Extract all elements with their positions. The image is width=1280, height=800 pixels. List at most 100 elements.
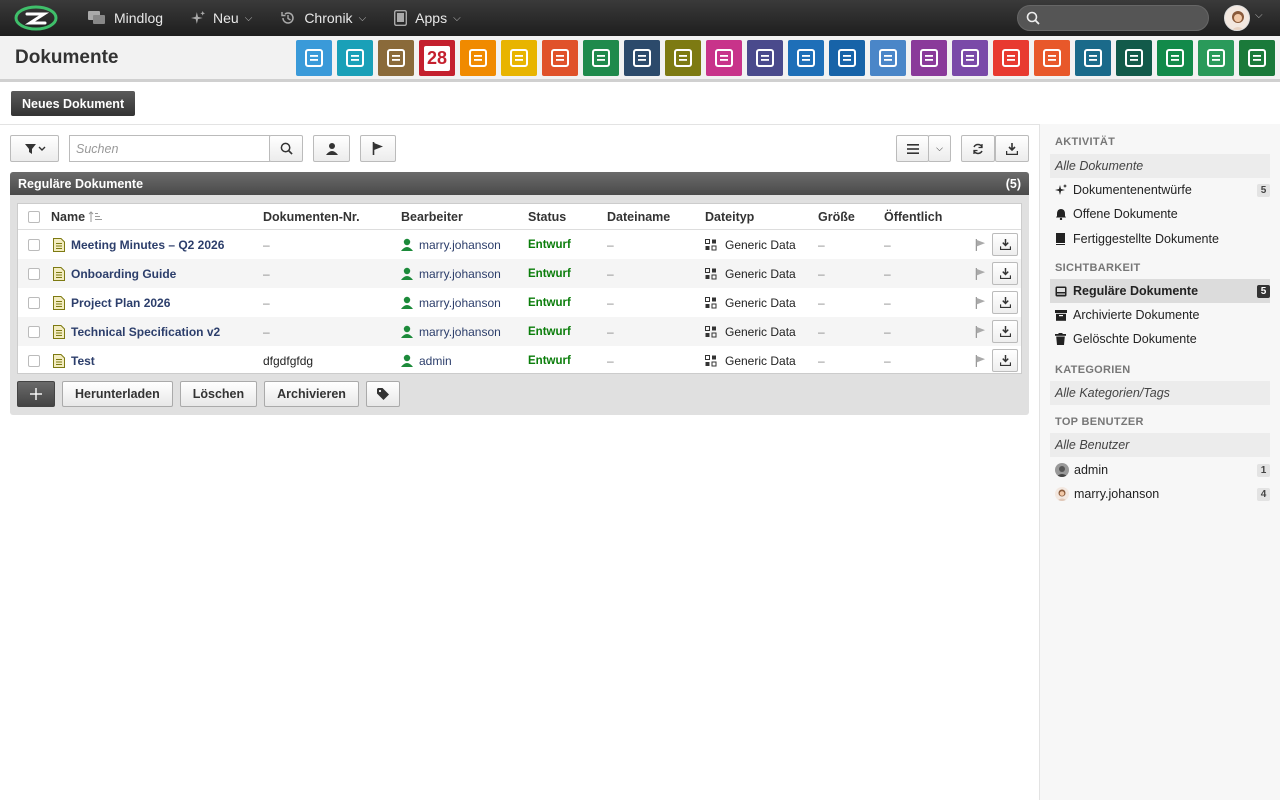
- search-button[interactable]: [269, 135, 303, 162]
- flagged-filter-button[interactable]: [360, 135, 396, 162]
- sidebar-item-all-users[interactable]: Alle Benutzer: [1050, 433, 1270, 457]
- support-app-icon[interactable]: [829, 40, 865, 76]
- column-public[interactable]: Öffentlich: [884, 204, 942, 230]
- mail-app-icon[interactable]: [296, 40, 332, 76]
- price-tag-app-icon[interactable]: [1198, 40, 1234, 76]
- flag-toggle[interactable]: [975, 346, 986, 375]
- reception-app-icon[interactable]: [706, 40, 742, 76]
- archive-selected-button[interactable]: Archivieren: [264, 381, 359, 407]
- editor-link[interactable]: marry.johanson: [401, 288, 501, 317]
- finance-app-icon[interactable]: [747, 40, 783, 76]
- row-checkbox[interactable]: [28, 325, 40, 338]
- downloads-app-icon[interactable]: [1075, 40, 1111, 76]
- download-selected-button[interactable]: Herunterladen: [62, 381, 173, 407]
- flag-toggle[interactable]: [975, 288, 986, 317]
- flag-toggle[interactable]: [975, 259, 986, 288]
- nav-menu-neu[interactable]: Neu ⌵: [177, 0, 266, 36]
- document-name-link[interactable]: Meeting Minutes – Q2 2026: [71, 230, 224, 259]
- add-button[interactable]: [17, 381, 55, 407]
- sidebar-item-all-categories[interactable]: Alle Kategorien/Tags: [1050, 381, 1270, 405]
- row-download-button[interactable]: [992, 291, 1018, 314]
- flag-toggle[interactable]: [975, 230, 986, 259]
- shop-app-icon[interactable]: [1116, 40, 1152, 76]
- user-avatar[interactable]: [1224, 5, 1250, 31]
- row-checkbox[interactable]: [28, 238, 40, 251]
- document-name-link[interactable]: Technical Specification v2: [71, 317, 220, 346]
- nav-menu-chronik[interactable]: Chronik ⌵: [266, 0, 380, 36]
- table-row[interactable]: Test dfgdfgfdg admin Entwurf – Generic Data – –: [18, 346, 1021, 375]
- editor-link[interactable]: marry.johanson: [401, 317, 501, 346]
- row-checkbox[interactable]: [28, 267, 40, 280]
- my-documents-filter-button[interactable]: [313, 135, 350, 162]
- user-icon: [401, 325, 413, 338]
- sidebar-item-open[interactable]: Offene Dokumente: [1050, 202, 1270, 226]
- deals-app-icon[interactable]: [952, 40, 988, 76]
- document-name-link[interactable]: Project Plan 2026: [71, 288, 170, 317]
- row-checkbox[interactable]: [28, 296, 40, 309]
- new-document-button[interactable]: Neues Dokument: [11, 91, 136, 116]
- timer-app-icon[interactable]: [460, 40, 496, 76]
- pdf-app-icon[interactable]: [993, 40, 1029, 76]
- bookmarks-app-icon[interactable]: [624, 40, 660, 76]
- column-status[interactable]: Status: [528, 204, 566, 230]
- row-download-button[interactable]: [992, 349, 1018, 372]
- column-doc-nr[interactable]: Dokumenten-Nr.: [263, 204, 360, 230]
- global-search-input[interactable]: [1017, 5, 1209, 31]
- table-row[interactable]: Project Plan 2026 – marry.johanson Entwurf –…: [18, 288, 1021, 317]
- search-input[interactable]: Suchen: [69, 135, 270, 162]
- document-name-link[interactable]: Test: [71, 346, 95, 375]
- tag-selected-button[interactable]: [365, 381, 400, 407]
- nav-menu-mindlog[interactable]: Mindlog: [74, 0, 177, 36]
- sidebar-item-archived[interactable]: Archivierte Dokumente: [1050, 303, 1270, 327]
- view-mode-button[interactable]: [896, 135, 929, 162]
- table-row[interactable]: Onboarding Guide – marry.johanson Entwurf – G…: [18, 259, 1021, 288]
- chevron-down-icon: ⌵: [244, 12, 253, 24]
- app-logo[interactable]: [14, 5, 58, 31]
- money-bag-app-icon[interactable]: [870, 40, 906, 76]
- row-download-button[interactable]: [992, 262, 1018, 285]
- column-filetype[interactable]: Dateityp: [705, 204, 754, 230]
- broadcast-app-icon[interactable]: [1034, 40, 1070, 76]
- flag-toggle[interactable]: [975, 317, 986, 346]
- nav-menu-apps[interactable]: Apps ⌵: [380, 0, 475, 36]
- select-all-checkbox[interactable]: [28, 211, 40, 223]
- column-size[interactable]: Größe: [818, 204, 855, 230]
- column-editor[interactable]: Bearbeiter: [401, 204, 463, 230]
- refresh-button[interactable]: [961, 135, 995, 162]
- row-checkbox[interactable]: [28, 354, 40, 367]
- email-address-app-icon[interactable]: [337, 40, 373, 76]
- sidebar-item-deleted[interactable]: Gelöschte Dokumente: [1050, 327, 1270, 351]
- document-name-link[interactable]: Onboarding Guide: [71, 259, 176, 288]
- sidebar-item-user-admin[interactable]: admin 1: [1050, 458, 1270, 482]
- sidebar-item-finished[interactable]: Fertiggestellte Dokumente: [1050, 227, 1270, 251]
- view-mode-dropdown[interactable]: ⌵: [928, 135, 951, 162]
- delete-selected-button[interactable]: Löschen: [179, 381, 258, 407]
- sidebar-item-all-documents[interactable]: Alle Dokumente: [1050, 154, 1270, 178]
- contracts-app-icon[interactable]: [911, 40, 947, 76]
- tasks-app-icon[interactable]: [501, 40, 537, 76]
- contacts-app-icon[interactable]: [378, 40, 414, 76]
- projects-app-icon[interactable]: [542, 40, 578, 76]
- billing-app-icon[interactable]: [1157, 40, 1193, 76]
- delivery-app-icon[interactable]: [788, 40, 824, 76]
- table-row[interactable]: Technical Specification v2 – marry.johanso…: [18, 317, 1021, 346]
- export-button[interactable]: [995, 135, 1029, 162]
- column-filename[interactable]: Dateiname: [607, 204, 670, 230]
- row-download-button[interactable]: [992, 233, 1018, 256]
- nav-menu-label: Mindlog: [114, 10, 164, 26]
- table-row[interactable]: Meeting Minutes – Q2 2026 – marry.johanson…: [18, 230, 1021, 259]
- editor-link[interactable]: admin: [401, 346, 452, 375]
- calendar-app-icon[interactable]: 28: [419, 40, 455, 76]
- documents-app-icon[interactable]: [665, 40, 701, 76]
- database-app-icon[interactable]: [1239, 40, 1275, 76]
- chevron-down-icon[interactable]: ⌵: [1255, 10, 1263, 21]
- filter-dropdown-button[interactable]: [10, 135, 59, 162]
- sidebar-item-regular[interactable]: Reguläre Dokumente 5: [1050, 279, 1270, 303]
- notes-app-icon[interactable]: [583, 40, 619, 76]
- editor-link[interactable]: marry.johanson: [401, 230, 501, 259]
- row-download-button[interactable]: [992, 320, 1018, 343]
- column-name[interactable]: Name: [51, 204, 103, 230]
- editor-link[interactable]: marry.johanson: [401, 259, 501, 288]
- sidebar-item-user-marry[interactable]: marry.johanson 4: [1050, 482, 1270, 506]
- sidebar-item-drafts[interactable]: Dokumentenentwürfe 5: [1050, 178, 1270, 202]
